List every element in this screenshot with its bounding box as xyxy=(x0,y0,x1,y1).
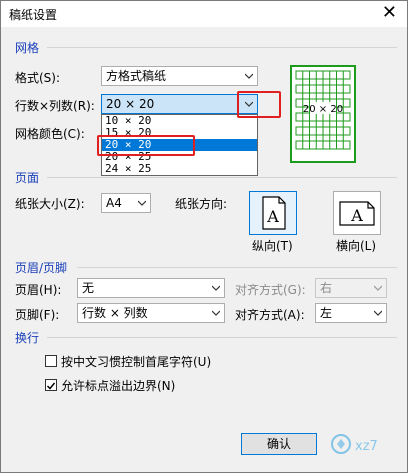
grid-section-title: 网格 xyxy=(15,41,40,55)
portrait-page-icon: A xyxy=(262,196,286,230)
landscape-page-icon: A xyxy=(339,201,375,226)
page-section-title: 页面 xyxy=(15,171,40,185)
header-align-label: 对齐方式(G): xyxy=(235,283,306,297)
format-value: 方格式稿纸 xyxy=(106,69,167,83)
rowcol-label: 行数×列数(R): xyxy=(15,99,95,113)
footer-align-label: 对齐方式(A): xyxy=(235,308,305,322)
chevron-down-icon xyxy=(212,285,220,291)
chevron-down-icon xyxy=(374,310,382,316)
header-value: 无 xyxy=(82,281,95,295)
punctuation-overflow-checkbox[interactable] xyxy=(45,379,57,391)
checkmark-icon xyxy=(46,382,56,390)
annotation-box-option xyxy=(97,135,195,156)
footer-value: 行数 × 列数 xyxy=(82,306,148,320)
chevron-down-icon xyxy=(245,73,253,79)
grid-preview-lines: 20 × 20 xyxy=(295,70,351,150)
landscape-label[interactable]: 横向(L) xyxy=(336,237,376,254)
paper-size-value: A4 xyxy=(106,196,122,210)
grid-preview: 20 × 20 xyxy=(290,65,356,163)
header-label: 页眉(H): xyxy=(15,283,62,297)
format-label: 格式(S): xyxy=(15,71,61,85)
confirm-button[interactable]: 确认 xyxy=(241,433,317,455)
grid-color-label: 网格颜色(C): xyxy=(15,127,85,141)
dialog-title: 稿纸设置 xyxy=(9,8,58,22)
wrap-section-title: 换行 xyxy=(15,331,40,345)
paper-settings-dialog: 稿纸设置 ✕ 网格 格式(S): 方格式稿纸 行数×列数(R): 20 × 20… xyxy=(0,0,408,473)
control-chars-label[interactable]: 按中文习惯控制首尾字符(U) xyxy=(61,353,211,370)
header-footer-section-divider xyxy=(77,267,397,268)
control-chars-checkbox[interactable] xyxy=(45,355,57,367)
grid-section-divider xyxy=(47,47,397,48)
rowcol-select[interactable]: 20 × 20 xyxy=(101,94,258,114)
paper-size-select[interactable]: A4 xyxy=(101,193,151,213)
paper-size-label: 纸张大小(Z): xyxy=(15,197,85,211)
punctuation-overflow-label[interactable]: 允许标点溢出边界(N) xyxy=(61,377,175,394)
wrap-section-divider xyxy=(47,337,397,338)
chevron-down-icon xyxy=(212,310,220,316)
footer-align-select[interactable]: 左 xyxy=(315,303,387,323)
annotation-box-arrow xyxy=(237,91,281,118)
svg-text:A: A xyxy=(266,207,279,226)
format-select[interactable]: 方格式稿纸 xyxy=(101,66,258,86)
portrait-label[interactable]: 纵向(T) xyxy=(252,237,293,254)
footer-label: 页脚(F): xyxy=(15,308,60,322)
footer-align-value: 左 xyxy=(320,306,333,320)
header-select[interactable]: 无 xyxy=(77,278,225,298)
dropdown-option[interactable]: 24 × 25 xyxy=(102,163,257,175)
landscape-button[interactable]: A xyxy=(333,191,381,235)
chevron-down-icon xyxy=(138,200,146,206)
footer-select[interactable]: 行数 × 列数 xyxy=(77,303,225,323)
rowcol-value: 20 × 20 xyxy=(106,97,155,111)
header-align-value: 右 xyxy=(320,281,333,295)
grid-preview-label: 20 × 20 xyxy=(303,104,343,115)
svg-text:xz7: xz7 xyxy=(355,439,378,454)
page-section-divider xyxy=(47,177,397,178)
header-align-select: 右 xyxy=(315,278,387,298)
title-bar: 稿纸设置 ✕ xyxy=(1,1,407,27)
portrait-button[interactable]: A xyxy=(249,191,297,235)
close-icon[interactable]: ✕ xyxy=(382,3,397,23)
chevron-down-icon xyxy=(374,285,382,291)
orientation-label: 纸张方向: xyxy=(175,197,228,211)
svg-text:A: A xyxy=(350,206,363,225)
header-footer-section-title: 页眉/页脚 xyxy=(15,261,68,275)
watermark-logo: xz7 xyxy=(331,434,378,454)
